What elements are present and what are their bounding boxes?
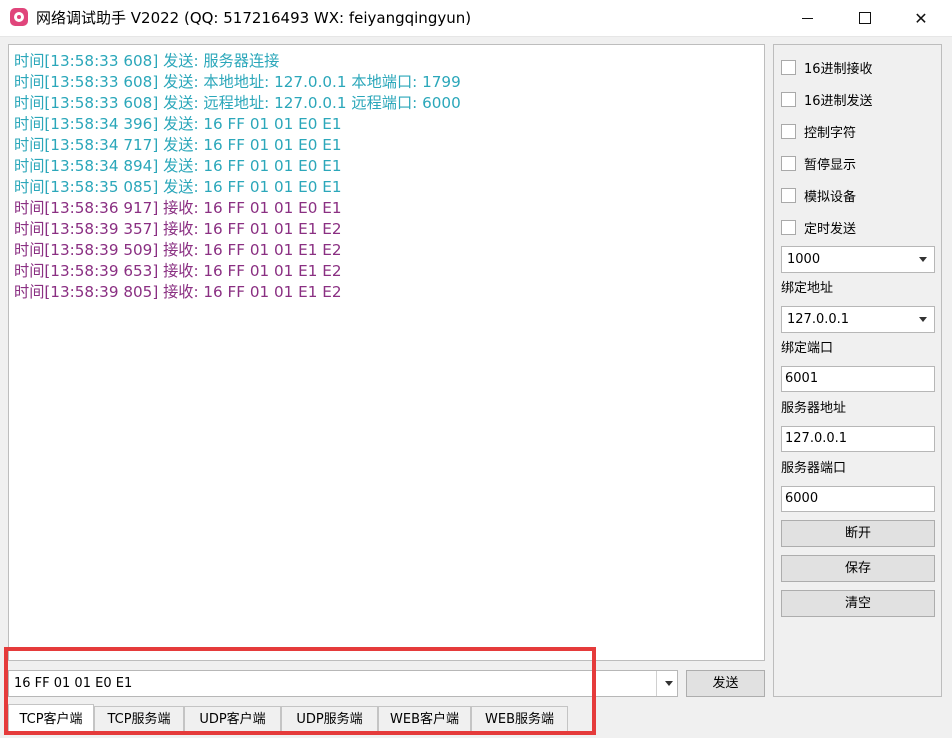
checkbox-box[interactable] bbox=[781, 123, 796, 139]
checkbox-box[interactable] bbox=[781, 219, 796, 235]
minimize-button[interactable] bbox=[784, 0, 830, 36]
bind-port-label: 绑定端口 bbox=[781, 341, 834, 356]
checkbox-box[interactable] bbox=[781, 187, 796, 203]
save-button[interactable]: 保存 bbox=[781, 555, 935, 582]
checkbox-box[interactable] bbox=[781, 91, 796, 107]
simulate-device-checkbox[interactable]: 模拟设备 bbox=[781, 183, 856, 207]
log-area[interactable]: 时间[13:58:33 608] 发送: 服务器连接 时间[13:58:33 6… bbox=[8, 44, 765, 661]
server-address-input[interactable]: 127.0.0.1 bbox=[781, 426, 935, 452]
combobox-divider bbox=[656, 671, 657, 696]
log-line: 时间[13:58:39 805] 接收: 16 FF 01 01 E1 E2 bbox=[14, 283, 342, 301]
checkbox-label: 暂停显示 bbox=[804, 157, 857, 173]
tab-web-client[interactable]: WEB客户端 bbox=[378, 706, 471, 732]
settings-sidebar: 16进制接收 16进制发送 控制字符 暂停显示 模拟设备 定时发送 1000 绑… bbox=[773, 44, 942, 697]
bind-port-input[interactable]: 6001 bbox=[781, 366, 935, 392]
checkbox-box[interactable] bbox=[781, 59, 796, 75]
log-line: 时间[13:58:35 085] 发送: 16 FF 01 01 E0 E1 bbox=[14, 178, 342, 196]
log-line: 时间[13:58:36 917] 接收: 16 FF 01 01 E0 E1 bbox=[14, 199, 342, 217]
timed-send-checkbox[interactable]: 定时发送 bbox=[781, 215, 856, 239]
log-line: 时间[13:58:34 894] 发送: 16 FF 01 01 E0 E1 bbox=[14, 157, 342, 175]
checkbox-label: 模拟设备 bbox=[804, 189, 857, 205]
server-address-label: 服务器地址 bbox=[781, 401, 847, 416]
chevron-down-icon bbox=[919, 317, 927, 322]
tab-web-server[interactable]: WEB服务端 bbox=[471, 706, 568, 732]
checkbox-label: 控制字符 bbox=[804, 125, 857, 141]
hex-send-checkbox[interactable]: 16进制发送 bbox=[781, 87, 873, 111]
tab-tcp-client[interactable]: TCP客户端 bbox=[8, 704, 94, 734]
pause-display-checkbox[interactable]: 暂停显示 bbox=[781, 151, 856, 175]
close-button[interactable]: ✕ bbox=[898, 0, 944, 36]
checkbox-label: 16进制发送 bbox=[804, 93, 873, 109]
disconnect-button[interactable]: 断开 bbox=[781, 520, 935, 547]
clear-button[interactable]: 清空 bbox=[781, 590, 935, 617]
interval-value: 1000 bbox=[787, 252, 821, 267]
log-line: 时间[13:58:33 608] 发送: 本地地址: 127.0.0.1 本地端… bbox=[14, 73, 461, 91]
control-chars-checkbox[interactable]: 控制字符 bbox=[781, 119, 856, 143]
checkbox-box[interactable] bbox=[781, 155, 796, 171]
send-button[interactable]: 发送 bbox=[686, 670, 765, 697]
send-data-combobox[interactable]: 16 FF 01 01 E0 E1 bbox=[8, 670, 678, 697]
interval-select[interactable]: 1000 bbox=[781, 246, 935, 273]
close-icon: ✕ bbox=[914, 8, 928, 28]
log-line: 时间[13:58:39 509] 接收: 16 FF 01 01 E1 E2 bbox=[14, 241, 342, 259]
maximize-icon bbox=[859, 12, 871, 24]
log-line: 时间[13:58:39 357] 接收: 16 FF 01 01 E1 E2 bbox=[14, 220, 342, 238]
bind-address-select[interactable]: 127.0.0.1 bbox=[781, 306, 935, 333]
maximize-button[interactable] bbox=[842, 0, 888, 36]
checkbox-label: 16进制接收 bbox=[804, 61, 873, 77]
tab-tcp-server[interactable]: TCP服务端 bbox=[94, 706, 184, 732]
tab-udp-client[interactable]: UDP客户端 bbox=[184, 706, 281, 732]
log-line: 时间[13:58:33 608] 发送: 服务器连接 bbox=[14, 52, 280, 70]
chevron-down-icon[interactable] bbox=[665, 681, 673, 686]
server-port-label: 服务器端口 bbox=[781, 461, 847, 476]
chevron-down-icon bbox=[919, 257, 927, 262]
log-line: 时间[13:58:34 717] 发送: 16 FF 01 01 E0 E1 bbox=[14, 136, 342, 154]
bind-address-label: 绑定地址 bbox=[781, 281, 834, 296]
log-line: 时间[13:58:34 396] 发送: 16 FF 01 01 E0 E1 bbox=[14, 115, 342, 133]
hex-receive-checkbox[interactable]: 16进制接收 bbox=[781, 55, 873, 79]
minimize-icon bbox=[801, 17, 813, 19]
bind-address-value: 127.0.0.1 bbox=[787, 312, 850, 327]
tab-udp-server[interactable]: UDP服务端 bbox=[281, 706, 378, 732]
title-bar: 网络调试助手 V2022 (QQ: 517216493 WX: feiyangq… bbox=[0, 0, 952, 37]
server-port-input[interactable]: 6000 bbox=[781, 486, 935, 512]
log-line: 时间[13:58:39 653] 接收: 16 FF 01 01 E1 E2 bbox=[14, 262, 342, 280]
checkbox-label: 定时发送 bbox=[804, 221, 857, 237]
app-logo-icon bbox=[10, 8, 28, 26]
log-line: 时间[13:58:33 608] 发送: 远程地址: 127.0.0.1 远程端… bbox=[14, 94, 461, 112]
window-title: 网络调试助手 V2022 (QQ: 517216493 WX: feiyangq… bbox=[36, 9, 472, 27]
send-data-value: 16 FF 01 01 E0 E1 bbox=[14, 676, 133, 691]
mode-tabs: TCP客户端 TCP服务端 UDP客户端 UDP服务端 WEB客户端 WEB服务… bbox=[0, 704, 952, 738]
